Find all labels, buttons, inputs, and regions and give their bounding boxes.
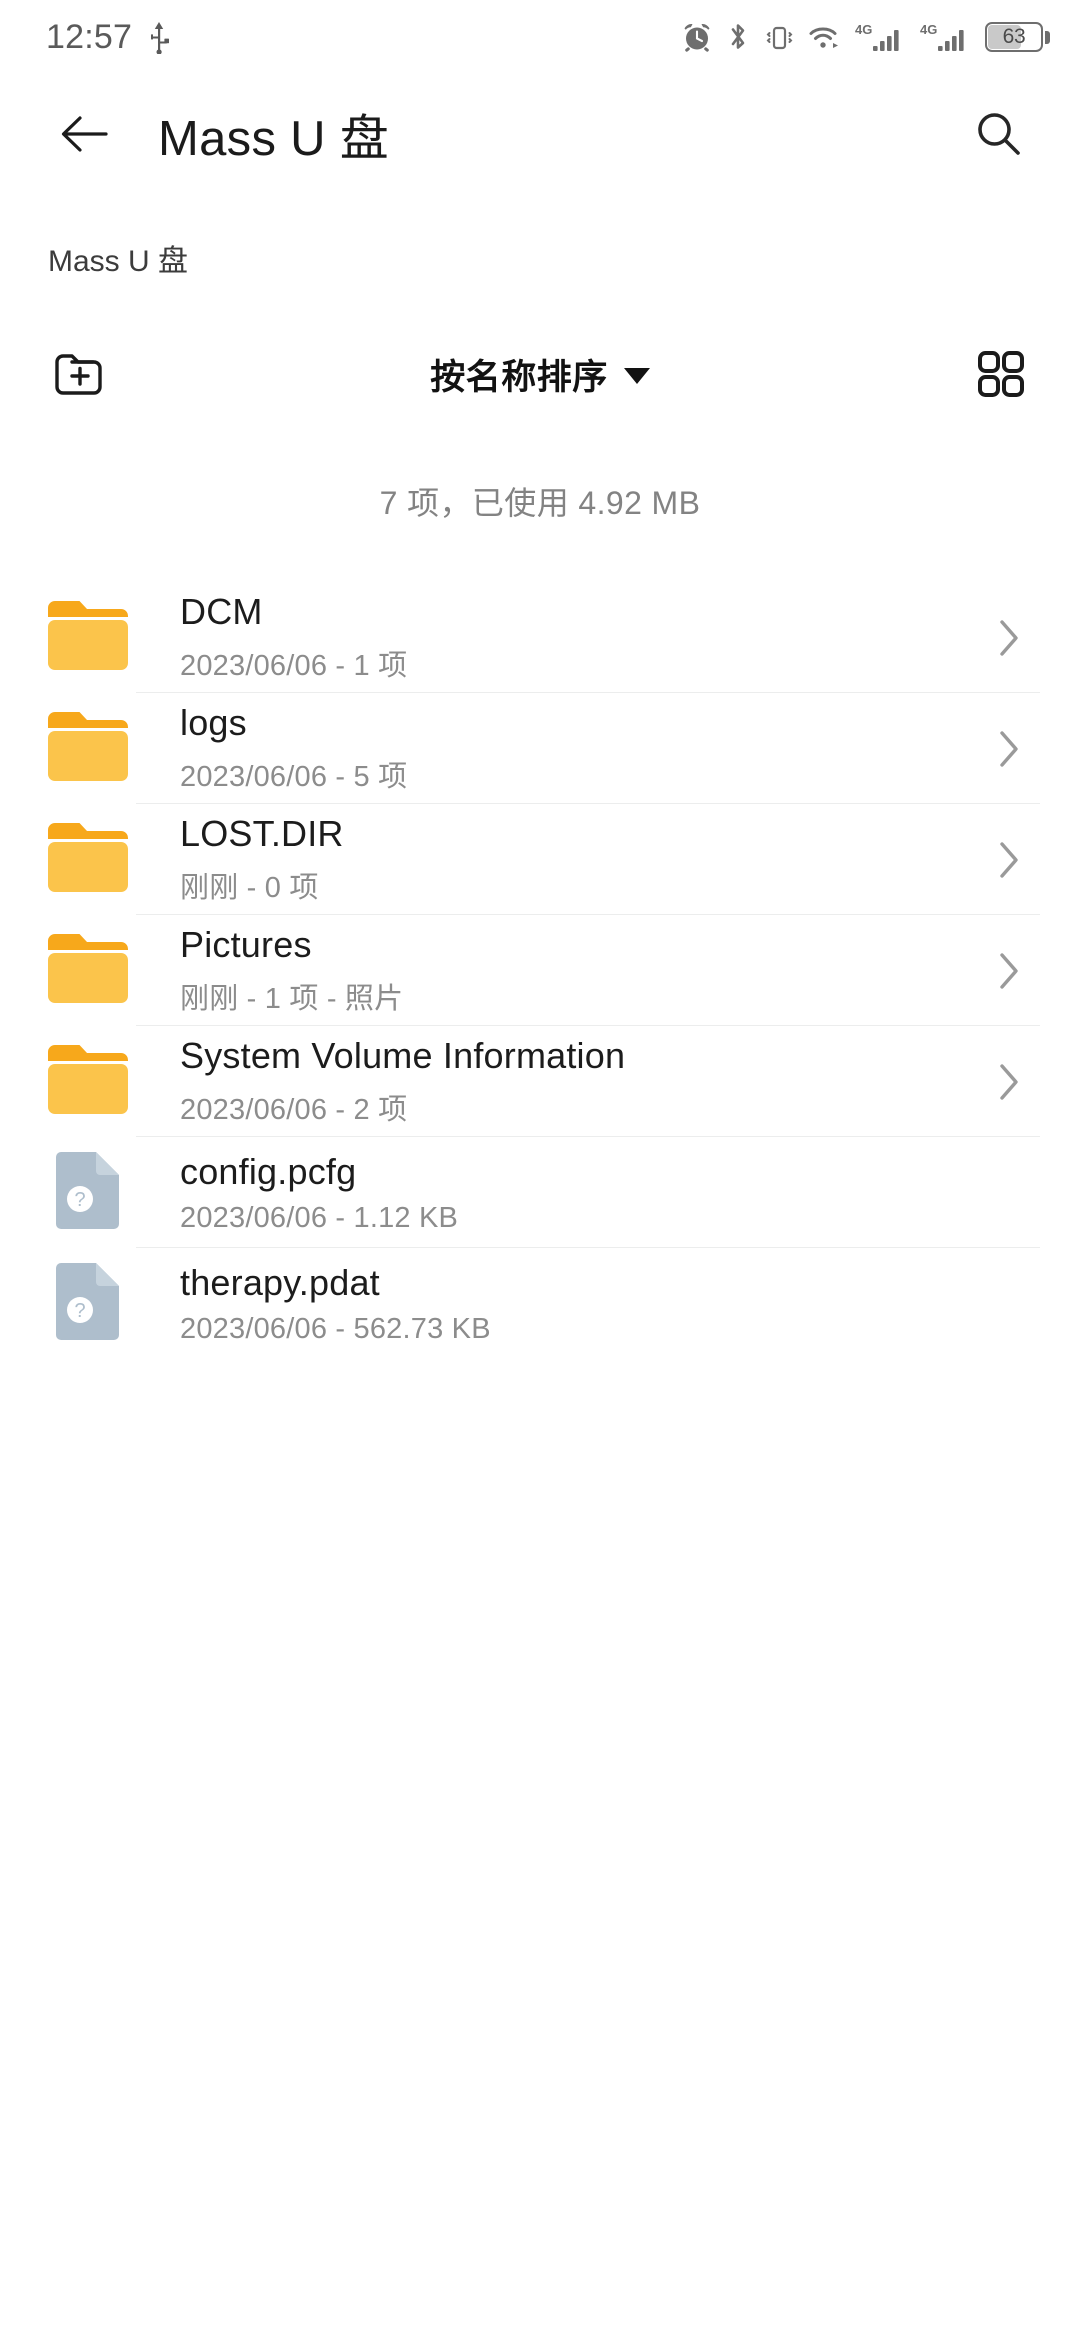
file-list: DCM 2023/06/06 - 1 项 logs 2023/06/06 - 5 项 L… xyxy=(0,582,1080,1359)
breadcrumb[interactable]: Mass U 盘 xyxy=(0,194,1080,280)
new-folder-icon xyxy=(55,354,102,395)
chevron-down-icon xyxy=(623,368,650,384)
svg-text:?: ? xyxy=(74,1300,85,1322)
sort-control-wrap: 按名称排序 xyxy=(0,326,1080,422)
file-row[interactable]: System Volume Information 2023/06/06 - 2 … xyxy=(0,1026,1080,1137)
file-name: Pictures xyxy=(180,924,312,965)
folder-icon xyxy=(44,592,136,684)
grid-view-button[interactable] xyxy=(964,337,1038,411)
unknown-file-icon: ? xyxy=(56,1262,119,1340)
file-row-text: Pictures 刚刚 - 1 项 - 照片 xyxy=(180,924,978,1017)
status-clock: 12:57 xyxy=(46,17,133,56)
folder-icon xyxy=(48,822,128,892)
file-row[interactable]: ? config.pcfg 2023/06/06 - 1.12 KB xyxy=(0,1137,1080,1248)
unknown-file-icon: ? xyxy=(44,1147,136,1239)
battery-cap xyxy=(1045,30,1050,44)
new-folder-button[interactable] xyxy=(44,337,118,411)
wifi-icon xyxy=(808,22,842,52)
signal-4g-sim2-icon: 4G xyxy=(920,21,972,53)
file-row-text: config.pcfg 2023/06/06 - 1.12 KB xyxy=(180,1151,978,1235)
toolbar: 按名称排序 xyxy=(0,326,1080,422)
file-name: LOST.DIR xyxy=(180,813,344,854)
status-icons: 4G 4G 63 xyxy=(681,20,1050,54)
folder-icon xyxy=(44,1036,136,1128)
file-row-text: DCM 2023/06/06 - 1 项 xyxy=(180,591,978,684)
sort-button[interactable]: 按名称排序 xyxy=(430,349,650,400)
chevron-right-icon xyxy=(1000,952,1018,989)
file-row-text: System Volume Information 2023/06/06 - 2 … xyxy=(180,1035,978,1128)
file-row[interactable]: ? therapy.pdat 2023/06/06 - 562.73 KB xyxy=(0,1248,1080,1359)
svg-text:4G: 4G xyxy=(855,22,872,37)
file-row[interactable]: Pictures 刚刚 - 1 项 - 照片 xyxy=(0,915,1080,1026)
page-title: Mass U 盘 xyxy=(158,111,390,166)
app-bar: Mass U 盘 xyxy=(0,74,1080,194)
chevron-right-icon xyxy=(1000,841,1018,878)
storage-summary: 7 项，已使用 4.92 MB xyxy=(379,485,701,521)
folder-icon xyxy=(44,703,136,795)
file-name: therapy.pdat xyxy=(180,1261,380,1303)
folder-icon xyxy=(48,933,128,1003)
file-meta: 2023/06/06 - 562.73 KB xyxy=(180,1312,491,1345)
unknown-file-icon: ? xyxy=(56,1151,119,1229)
usb-icon xyxy=(146,20,172,54)
alarm-icon xyxy=(681,21,713,53)
file-meta: 2023/06/06 - 5 项 xyxy=(180,761,408,793)
svg-text:4G: 4G xyxy=(920,22,937,37)
bluetooth-icon xyxy=(726,20,750,54)
search-button[interactable] xyxy=(962,97,1036,171)
file-row[interactable]: LOST.DIR 刚刚 - 0 项 xyxy=(0,804,1080,915)
file-row-text: logs 2023/06/06 - 5 项 xyxy=(180,702,978,795)
search-icon xyxy=(978,113,1020,155)
status-bar: 12:57 4G 4G 63 xyxy=(0,0,1080,74)
open-folder-chevron[interactable] xyxy=(978,709,1040,789)
file-row-text: therapy.pdat 2023/06/06 - 562.73 KB xyxy=(180,1262,978,1346)
file-meta: 刚刚 - 0 项 xyxy=(180,872,319,904)
row-end-spacer xyxy=(978,1153,1040,1233)
file-meta: 2023/06/06 - 1.12 KB xyxy=(180,1201,459,1234)
unknown-file-icon: ? xyxy=(44,1258,136,1350)
battery-indicator: 63 xyxy=(985,22,1050,52)
grid-view-icon xyxy=(978,351,1024,397)
chevron-right-icon xyxy=(1000,730,1018,767)
file-name: DCM xyxy=(180,591,263,632)
open-folder-chevron[interactable] xyxy=(978,1042,1040,1122)
chevron-right-icon xyxy=(1000,1063,1018,1100)
file-name: logs xyxy=(180,702,247,743)
file-name: System Volume Information xyxy=(180,1035,626,1076)
row-end-spacer xyxy=(978,1264,1040,1344)
folder-icon xyxy=(48,1044,128,1114)
file-meta: 2023/06/06 - 2 项 xyxy=(180,1094,408,1126)
open-folder-chevron[interactable] xyxy=(978,931,1040,1011)
file-meta: 刚刚 - 1 项 - 照片 xyxy=(180,983,404,1015)
file-name: config.pcfg xyxy=(180,1150,357,1192)
chevron-right-icon xyxy=(1000,619,1018,656)
battery-percent: 63 xyxy=(1002,25,1026,48)
open-folder-chevron[interactable] xyxy=(978,820,1040,900)
folder-icon xyxy=(44,925,136,1017)
open-folder-chevron[interactable] xyxy=(978,598,1040,678)
file-meta: 2023/06/06 - 1 项 xyxy=(180,650,408,682)
folder-icon xyxy=(48,600,128,670)
file-row[interactable]: DCM 2023/06/06 - 1 项 xyxy=(0,582,1080,693)
vibrate-icon xyxy=(763,21,795,53)
folder-icon xyxy=(48,711,128,781)
battery-body: 63 xyxy=(985,22,1043,52)
svg-text:?: ? xyxy=(74,1189,85,1211)
signal-4g-sim1-icon: 4G xyxy=(855,21,907,53)
file-row[interactable]: logs 2023/06/06 - 5 项 xyxy=(0,693,1080,804)
folder-icon xyxy=(44,814,136,906)
file-row-text: LOST.DIR 刚刚 - 0 项 xyxy=(180,813,978,906)
sort-label: 按名称排序 xyxy=(430,357,608,397)
arrow-left-icon xyxy=(61,116,108,152)
back-button[interactable] xyxy=(48,98,120,170)
